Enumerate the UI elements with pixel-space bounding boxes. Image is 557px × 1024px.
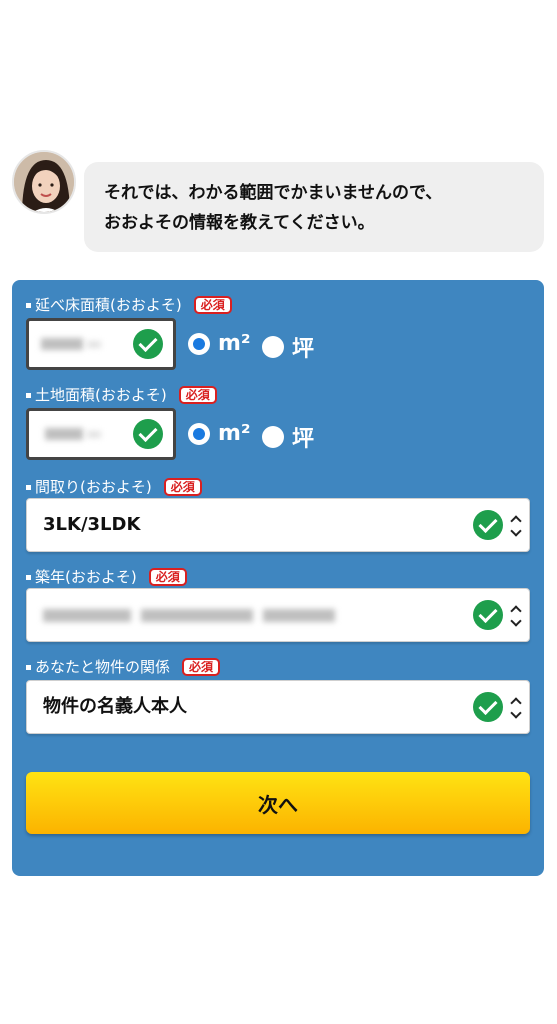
radio-unselected-icon (262, 426, 284, 448)
relation-select[interactable]: 物件の名義人本人 (26, 680, 530, 734)
relation-label: あなたと物件の関係 必須 (26, 658, 221, 676)
land-area-label: 土地面積(おおよそ) 必須 (26, 386, 217, 404)
floor-unit-tsubo-radio[interactable]: 坪 (262, 331, 314, 363)
relation-value: 物件の名義人本人 (43, 696, 187, 717)
masked-value (141, 609, 253, 622)
operator-avatar-image (14, 152, 74, 212)
land-unit-tsubo-radio[interactable]: 坪 (262, 421, 314, 453)
check-icon (473, 510, 503, 540)
required-badge: 必須 (182, 658, 221, 676)
radio-selected-icon (188, 422, 210, 445)
masked-value (43, 609, 131, 622)
required-badge: 必須 (148, 568, 187, 586)
building-age-label: 築年(おおよそ) 必須 (26, 568, 187, 586)
floor-unit-tsubo-label: 坪 (292, 337, 315, 362)
check-icon (473, 692, 503, 722)
next-button[interactable]: 次へ (26, 772, 530, 834)
bullet-icon (26, 484, 31, 490)
masked-value-tail (87, 431, 101, 438)
land-area-input[interactable] (26, 408, 176, 460)
select-arrows-icon (510, 601, 522, 631)
required-badge: 必須 (163, 478, 202, 496)
land-area-label-text: 土地面積(おおよそ) (35, 386, 167, 404)
check-icon (133, 419, 163, 449)
required-badge: 必須 (193, 296, 232, 314)
chat-bubble: それでは、わかる範囲でかまいませんので、 おおよその情報を教えてください。 (84, 162, 544, 252)
required-badge: 必須 (178, 386, 217, 404)
radio-selected-icon (188, 332, 210, 355)
floor-area-input[interactable] (26, 318, 176, 370)
operator-avatar (12, 150, 76, 214)
bullet-icon (26, 574, 31, 580)
land-unit-sqm-radio[interactable]: m² (188, 421, 251, 446)
masked-value (45, 428, 83, 440)
select-arrows-icon (510, 693, 522, 723)
floor-area-label-text: 延べ床面積(おおよそ) (35, 296, 182, 314)
floor-unit-sqm-radio[interactable]: m² (188, 331, 251, 356)
masked-value-tail (87, 341, 101, 348)
chat-line-2: おおよその情報を教えてください。 (104, 213, 375, 233)
property-form: 延べ床面積(おおよそ) 必須 m² 坪 土地面積(おおよそ) 必須 m² 坪 間… (12, 280, 544, 876)
bullet-icon (26, 392, 31, 398)
layout-label: 間取り(おおよそ) 必須 (26, 478, 202, 496)
check-icon (133, 329, 163, 359)
building-age-select[interactable] (26, 588, 530, 642)
chat-line-1: それでは、わかる範囲でかまいませんので、 (104, 183, 443, 203)
layout-select[interactable]: 3LK/3LDK (26, 498, 530, 552)
floor-area-label: 延べ床面積(おおよそ) 必須 (26, 296, 232, 314)
check-icon (473, 600, 503, 630)
masked-value (41, 338, 83, 350)
building-age-label-text: 築年(おおよそ) (35, 568, 137, 586)
layout-value: 3LK/3LDK (43, 514, 141, 535)
radio-unselected-icon (262, 336, 284, 358)
select-arrows-icon (510, 511, 522, 541)
land-unit-sqm-label: m² (218, 421, 251, 446)
relation-label-text: あなたと物件の関係 (35, 658, 171, 676)
masked-value (263, 609, 335, 622)
floor-unit-sqm-label: m² (218, 331, 251, 356)
bullet-icon (26, 664, 31, 670)
layout-label-text: 間取り(おおよそ) (35, 478, 152, 496)
land-unit-tsubo-label: 坪 (292, 427, 315, 452)
bullet-icon (26, 302, 31, 308)
